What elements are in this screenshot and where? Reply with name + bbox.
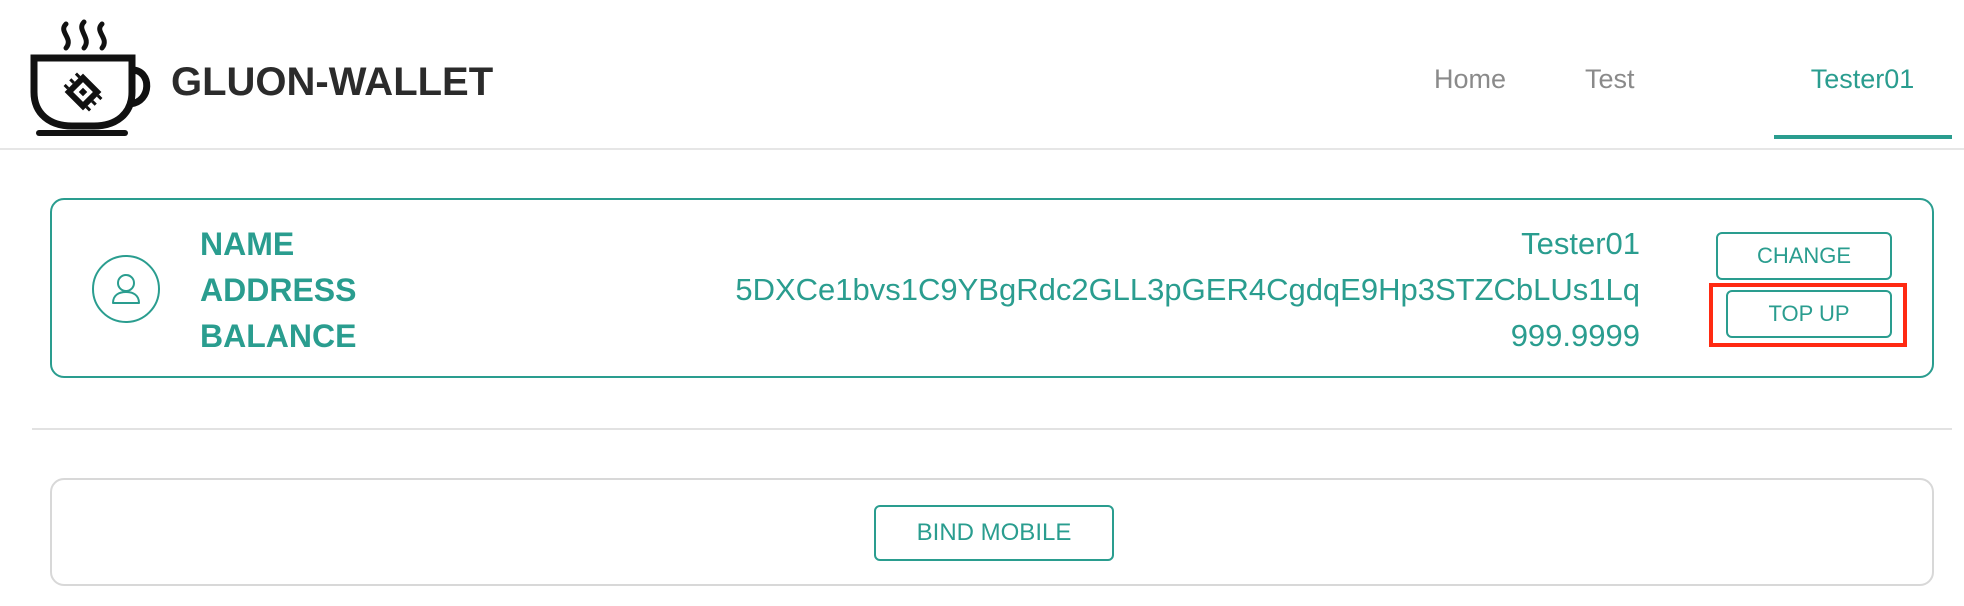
address-value: 5DXCe1bvs1C9YBgRdc2GLL3pGER4CgdqE9Hp3STZ… [735, 272, 1640, 307]
user-icon [112, 274, 140, 304]
nav-home[interactable]: Home [1434, 64, 1506, 95]
change-button[interactable]: CHANGE [1716, 232, 1892, 280]
coffee-cup-chip-icon[interactable] [28, 18, 156, 138]
section-divider [32, 428, 1952, 430]
brand-title: GLUON-WALLET [171, 60, 494, 104]
active-nav-indicator [1774, 135, 1952, 139]
name-value: Tester01 [1521, 226, 1640, 261]
nav-user-tester01[interactable]: Tester01 [1774, 64, 1951, 95]
name-label: NAME [200, 226, 295, 262]
avatar [92, 255, 160, 323]
top-up-button[interactable]: TOP UP [1726, 290, 1892, 338]
top-header: GLUON-WALLET Home Test Tester01 [0, 0, 1964, 150]
bind-mobile-button[interactable]: BIND MOBILE [874, 505, 1114, 561]
nav-test[interactable]: Test [1585, 64, 1635, 95]
bind-mobile-card: BIND MOBILE [50, 478, 1934, 586]
balance-label: BALANCE [200, 318, 357, 354]
account-card: NAME ADDRESS BALANCE Tester01 5DXCe1bvs1… [50, 198, 1934, 378]
address-label: ADDRESS [200, 272, 357, 308]
balance-value: 999.9999 [1510, 318, 1640, 353]
